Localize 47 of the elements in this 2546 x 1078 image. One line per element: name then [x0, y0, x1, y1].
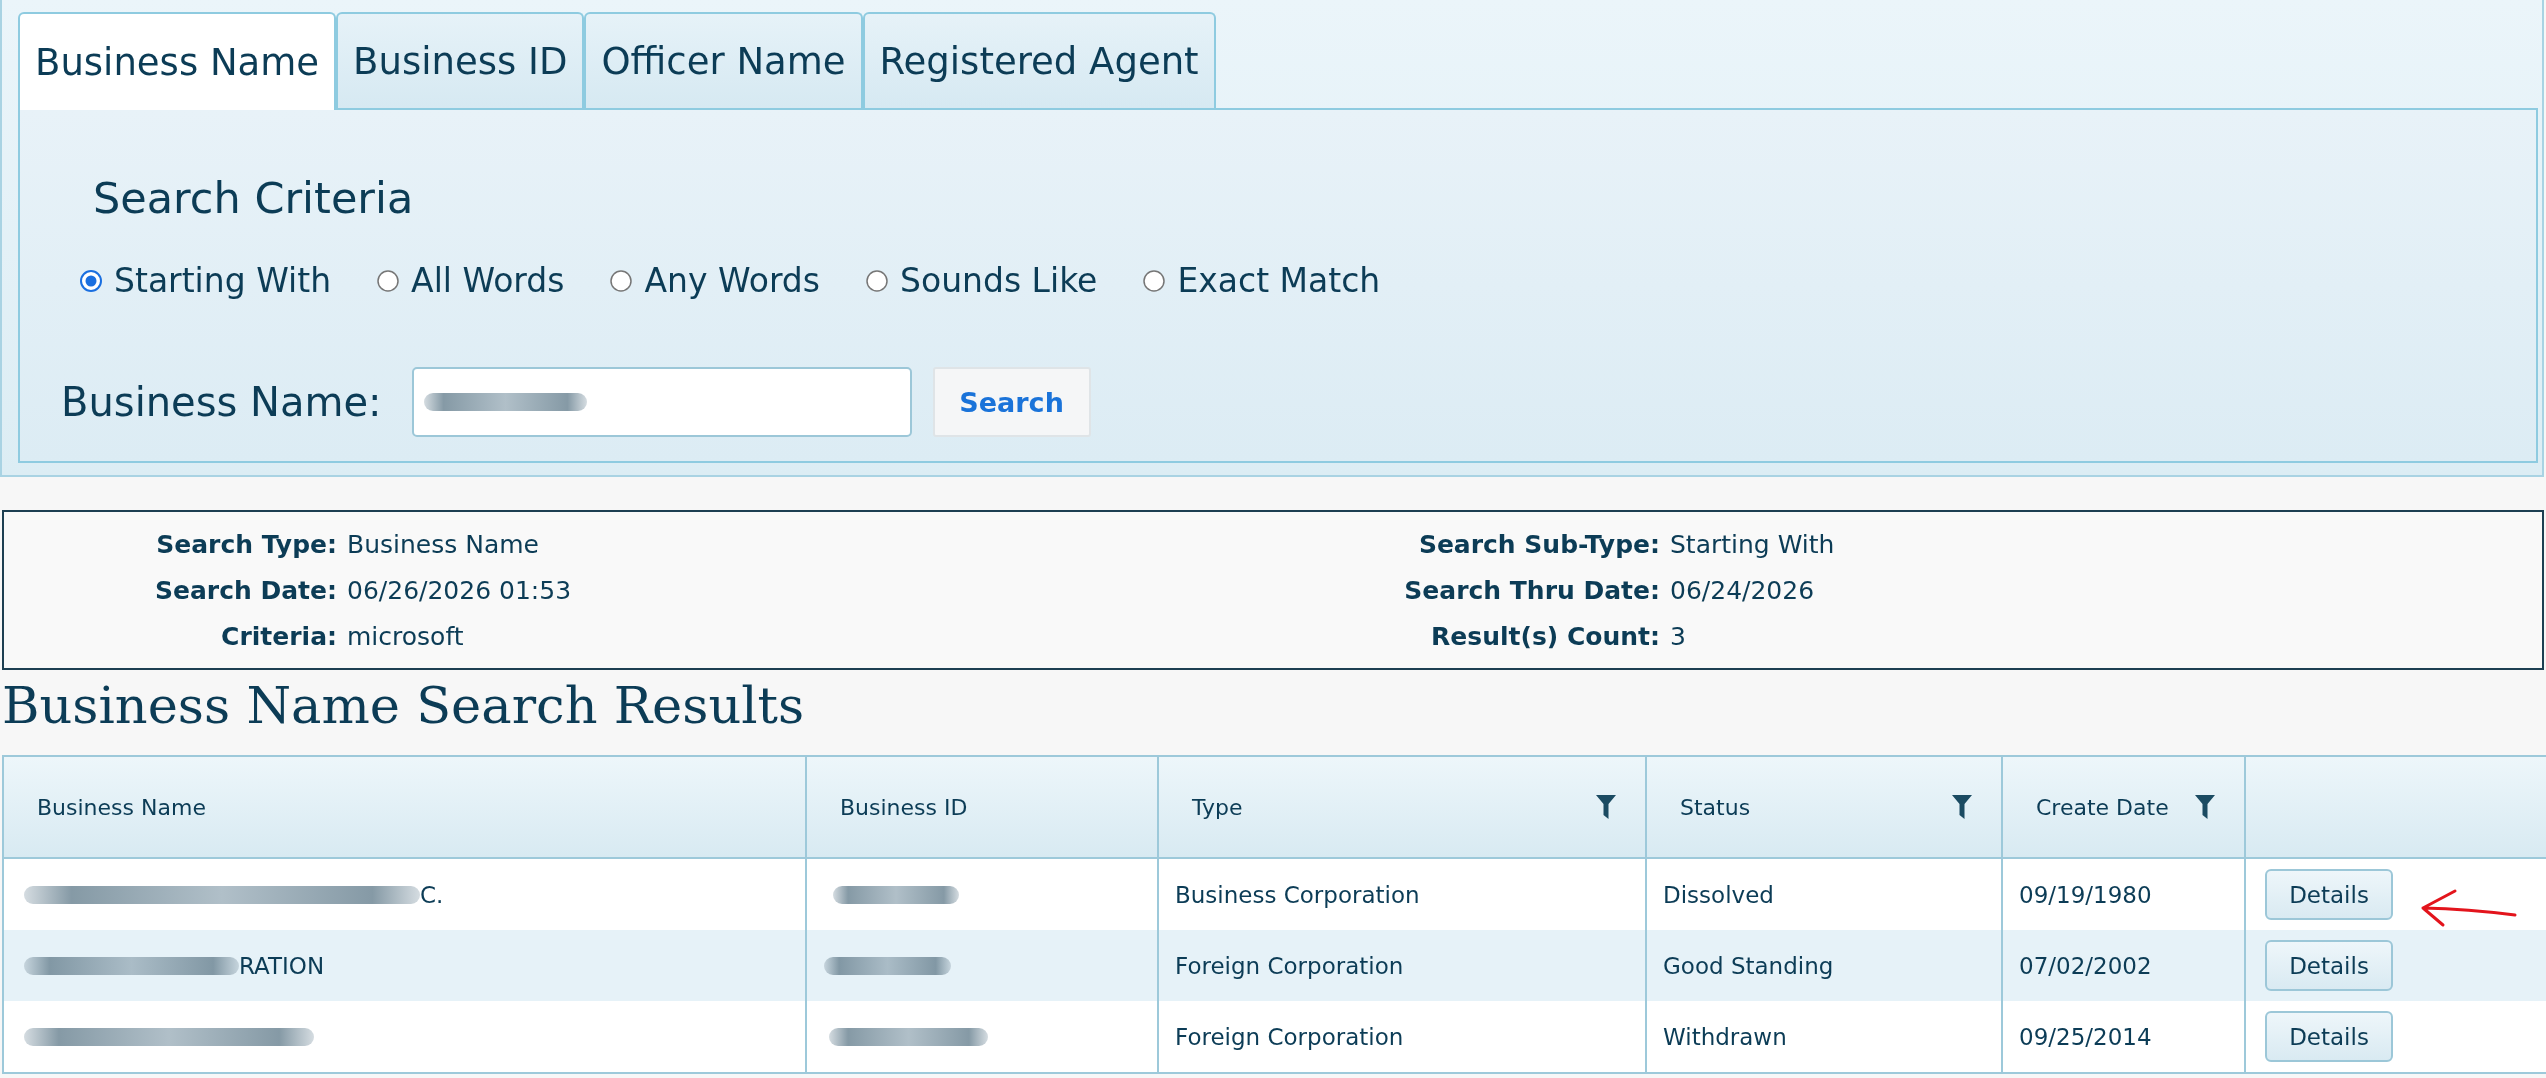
summary-value: 06/24/2026 — [1670, 575, 1815, 605]
details-button[interactable]: Details — [2265, 1011, 2393, 1062]
radio-button[interactable] — [80, 270, 102, 292]
tab[interactable]: Registered Agent — [862, 12, 1216, 108]
filter-icon[interactable] — [1596, 795, 1616, 819]
radio-label[interactable]: All Words — [411, 261, 565, 301]
search-button[interactable]: Search — [932, 367, 1091, 437]
column-header[interactable]: Type — [1192, 794, 1243, 820]
summary-value: Business Name — [347, 529, 539, 559]
column-header[interactable]: Status — [1680, 794, 1751, 820]
filter-icon[interactable] — [2195, 795, 2215, 819]
tab[interactable]: Business ID — [336, 12, 585, 108]
radio-button[interactable] — [866, 270, 888, 292]
column-header[interactable]: Create Date — [2036, 794, 2169, 820]
summary-value: 3 — [1670, 621, 1686, 651]
summary-label: Search Thru Date: — [1404, 575, 1660, 605]
radio-button[interactable] — [377, 270, 400, 292]
section-heading: Search Criteria — [93, 172, 414, 224]
tab[interactable]: Officer Name — [584, 12, 863, 108]
details-button[interactable]: Details — [2265, 940, 2393, 991]
radio-label[interactable]: Any Words — [644, 261, 820, 301]
radio-button[interactable] — [1143, 270, 1166, 292]
name-fragment: RATION — [239, 952, 325, 979]
column-header[interactable]: Business Name — [37, 794, 206, 820]
table-cell: Withdrawn — [1647, 1001, 2003, 1072]
radio-label[interactable]: Starting With — [114, 261, 332, 301]
summary-label: Result(s) Count: — [1431, 621, 1660, 651]
tab[interactable]: Business Name — [18, 12, 337, 110]
summary-value: 06/26/2026 01:53 — [347, 575, 572, 605]
table-cell: 09/25/2014 — [2003, 1001, 2246, 1072]
results-title: Business Name Search Results — [1, 675, 805, 737]
summary-value: Starting With — [1670, 529, 1835, 559]
summary-label: Search Type: — [156, 529, 337, 559]
name-fragment: C. — [420, 881, 444, 908]
field-label: Business Name: — [61, 378, 382, 427]
text-input[interactable] — [411, 367, 912, 437]
summary-value: microsoft — [347, 621, 464, 651]
radio-label[interactable]: Sounds Like — [900, 261, 1098, 301]
summary-label: Criteria: — [221, 621, 337, 651]
radio-button[interactable] — [610, 270, 633, 292]
table-cell: Foreign Corporation — [1159, 1001, 1647, 1072]
summary-label: Search Sub-Type: — [1418, 529, 1660, 559]
summary-label: Search Date: — [155, 575, 337, 605]
filter-icon[interactable] — [1952, 795, 1972, 819]
radio-label[interactable]: Exact Match — [1177, 261, 1381, 301]
details-button[interactable]: Details — [2265, 869, 2393, 920]
column-header[interactable]: Business ID — [840, 794, 968, 820]
